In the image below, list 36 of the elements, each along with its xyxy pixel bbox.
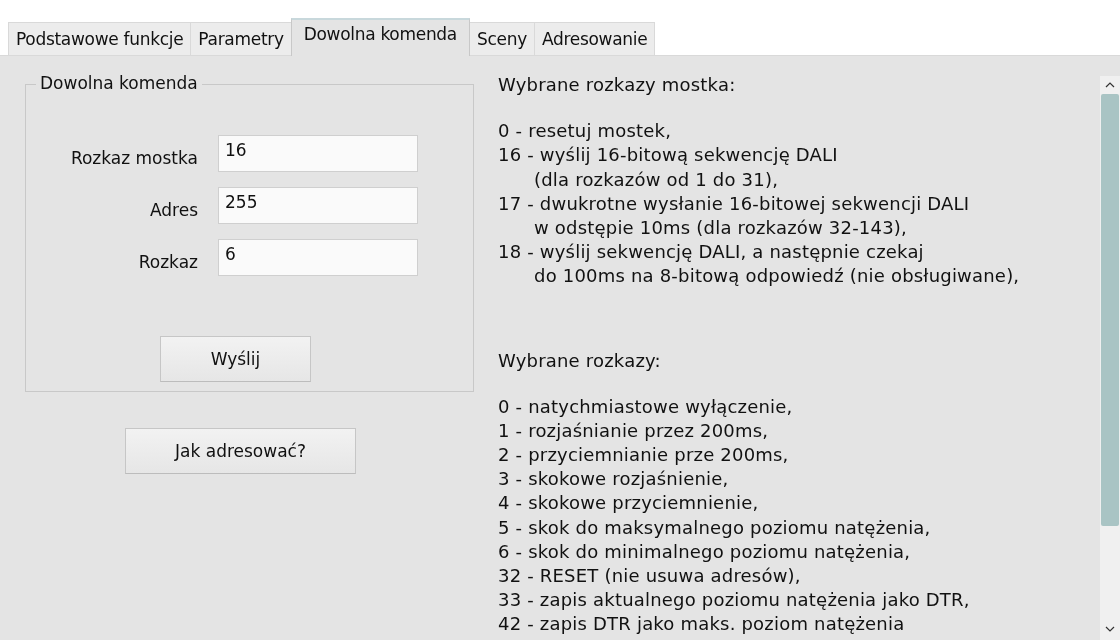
tab[interactable]: Sceny xyxy=(469,22,535,55)
tab[interactable]: Parametry xyxy=(190,22,292,55)
list-line: 3 - skokowe rozjaśnienie, xyxy=(498,467,730,492)
scroll-thumb[interactable] xyxy=(1101,94,1119,526)
list-line: 6 - skok do minimalnego poziomu natężenia, xyxy=(498,539,912,564)
list-line: 33 - zapis aktualnego poziomu natężenia jako DTR, xyxy=(498,588,971,613)
list-line: 16 - wyślij 16-bitową sekwencję DALI xyxy=(498,143,839,168)
list-line: 18 - wyślij sekwencję DALI, a następnie czekaj xyxy=(498,240,925,265)
input-field[interactable]: 255 xyxy=(218,187,418,224)
tab[interactable]: Dowolna komenda xyxy=(290,18,470,56)
list-line: (dla rozkazów od 1 do 31), xyxy=(533,167,780,192)
list-line: 32 - RESET (nie usuwa adresów), xyxy=(498,564,802,588)
tab[interactable]: Adresowanie xyxy=(533,22,656,55)
list-line: 5 - skok do maksymalnego poziomu natężenia, xyxy=(498,515,932,540)
list-line: do 100ms na 8-bitową odpowiedź (nie obsługiwane), xyxy=(533,264,1021,289)
section-heading: Wybrane rozkazy: xyxy=(498,348,662,373)
send-button[interactable]: Wyślij xyxy=(160,336,311,382)
list-line: 2 - przyciemnianie prze 200ms, xyxy=(498,443,790,468)
tab[interactable]: Podstawowe funkcje xyxy=(8,22,192,55)
field-label: Adres xyxy=(148,198,198,220)
list-line: 0 - natychmiastowe wyłączenie, xyxy=(498,394,794,419)
section-heading: Wybrane rozkazy mostka: xyxy=(498,73,737,97)
list-line: 17 - dwukrotne wysłanie 16-bitowej sekwencji DALI xyxy=(498,191,971,216)
help-button[interactable]: Jak adresować? xyxy=(125,428,356,474)
input-field[interactable]: 16 xyxy=(218,135,418,172)
scrollbar[interactable] xyxy=(1100,76,1120,640)
scroll-down-icon[interactable] xyxy=(1105,626,1115,632)
list-line: 42 - zapis DTR jako maks. poziom natężenia xyxy=(498,612,906,637)
list-line: 1 - rozjaśnianie przez 200ms, xyxy=(498,418,770,443)
list-line: 0 - resetuj mostek, xyxy=(498,119,673,144)
scroll-up-icon[interactable] xyxy=(1105,82,1115,88)
field-label: Rozkaz xyxy=(137,250,198,272)
field-label: Rozkaz mostka xyxy=(69,146,198,168)
input-field[interactable]: 6 xyxy=(218,239,418,276)
list-line: 4 - skokowe przyciemnienie, xyxy=(498,491,760,516)
list-line: w odstępie 10ms (dla rozkazów 32-143), xyxy=(533,215,908,240)
